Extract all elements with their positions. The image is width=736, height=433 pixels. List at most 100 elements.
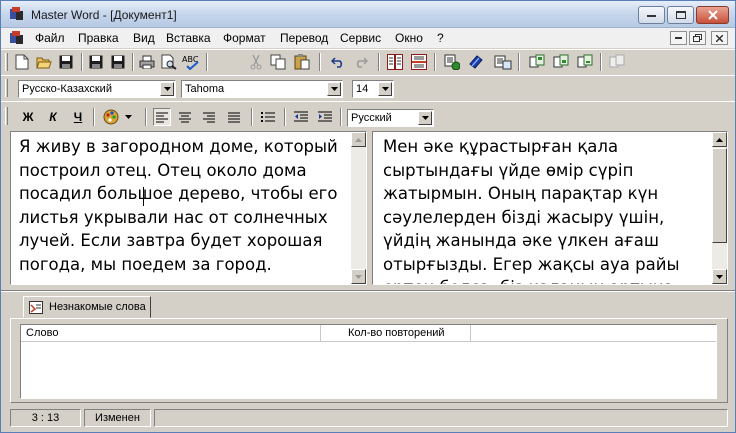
cut-button[interactable] [247, 53, 265, 71]
dropdown-arrow-icon[interactable] [160, 82, 174, 96]
close-button[interactable] [696, 6, 729, 24]
align-center-button[interactable] [176, 108, 194, 126]
decrease-indent-button[interactable] [292, 108, 310, 126]
underline-button[interactable]: Ч [68, 108, 88, 126]
menu-window[interactable]: Окно [395, 31, 423, 45]
cursor-position: 3 : 13 [10, 409, 81, 427]
copy-button[interactable] [269, 53, 287, 71]
menu-tools[interactable]: Сервис [340, 31, 381, 45]
toolbar-grip[interactable] [5, 79, 8, 97]
translation-text[interactable]: Мен әке құрастырған қала сыртындағы үйде… [383, 135, 713, 284]
scroll-up-button[interactable] [351, 132, 366, 147]
status-message [154, 409, 728, 427]
spell-language-select[interactable]: Русский [347, 109, 434, 127]
save-button[interactable] [57, 53, 75, 71]
new-document-button[interactable] [13, 53, 31, 71]
unknown-words-list[interactable]: Слово Кол-во повторений [20, 324, 717, 399]
color-dropdown-button[interactable] [122, 108, 134, 126]
menu-insert[interactable]: Вставка [166, 31, 211, 45]
standard-toolbar: ABC [1, 49, 735, 74]
bold-button[interactable]: Ж [18, 108, 38, 126]
panel-splitter[interactable] [1, 290, 735, 292]
toolbar-grip[interactable] [5, 53, 8, 71]
toolbar-separator [378, 53, 380, 71]
scroll-thumb[interactable] [712, 148, 727, 243]
app-logo-icon [10, 7, 23, 20]
maximize-button[interactable] [667, 6, 694, 24]
disabled-tool-button[interactable] [608, 53, 626, 71]
translate-button[interactable] [443, 53, 461, 71]
sync-icon [577, 54, 593, 68]
status-bar: 3 : 13 Изменен [1, 406, 735, 432]
save-all-button[interactable] [87, 53, 105, 71]
dropdown-arrow-icon[interactable] [327, 82, 341, 96]
italic-button[interactable]: К [43, 108, 63, 126]
font-size-select[interactable]: 14 [352, 80, 394, 98]
menu-format[interactable]: Формат [223, 31, 266, 45]
save-as-button[interactable] [109, 53, 127, 71]
menu-translate[interactable]: Перевод [280, 31, 328, 45]
scroll-down-button[interactable] [712, 269, 727, 284]
title-bar[interactable]: Master Word - [Документ1] [1, 1, 735, 28]
print-button[interactable] [138, 53, 156, 71]
doc-minimize-button[interactable] [670, 31, 687, 45]
justify-button[interactable] [225, 108, 243, 126]
dictionary-view-button[interactable] [494, 53, 512, 71]
doc-close-button[interactable] [711, 31, 728, 45]
translation-text-pane[interactable]: Мен әке құрастырған қала сыртындағы үйде… [372, 131, 728, 285]
dictionary-button[interactable] [467, 53, 485, 71]
horizontal-layout-button[interactable] [410, 53, 428, 71]
copy-icon [270, 54, 286, 70]
source-text[interactable]: Я живу в загородном доме, который постро… [19, 135, 354, 276]
menu-edit[interactable]: Правка [78, 31, 119, 45]
redo-button[interactable] [352, 53, 370, 71]
undo-button[interactable] [329, 53, 347, 71]
unknown-words-icon [29, 300, 43, 314]
bullet-list-button[interactable] [259, 108, 277, 126]
print-preview-button[interactable] [160, 53, 178, 71]
cut-icon [250, 54, 262, 70]
sync-button[interactable] [576, 53, 594, 71]
menu-help[interactable]: ? [437, 31, 444, 45]
dropdown-arrow-icon[interactable] [378, 82, 392, 96]
paste-button[interactable] [293, 53, 311, 71]
translation-scrollbar[interactable] [712, 132, 727, 284]
language-pair-select[interactable]: Русско-Казахский [18, 80, 176, 98]
scroll-up-button[interactable] [712, 132, 727, 147]
color-button[interactable] [102, 108, 120, 126]
toolbar-separator [81, 53, 83, 71]
close-icon [707, 10, 718, 20]
minimize-button[interactable] [638, 6, 665, 24]
doc-restore-button[interactable] [689, 31, 706, 45]
spellcheck-button[interactable]: ABC [182, 53, 200, 71]
font-select[interactable]: Tahoma [181, 80, 343, 98]
align-left-button[interactable] [153, 108, 171, 126]
vertical-layout-button[interactable] [386, 53, 404, 71]
increase-indent-button[interactable] [316, 108, 334, 126]
export-button[interactable] [528, 53, 546, 71]
toolbar-grip[interactable] [5, 107, 8, 125]
menu-view[interactable]: Вид [133, 31, 155, 45]
dictionary-icon [469, 55, 483, 69]
document-icon [10, 31, 23, 44]
dropdown-arrow-icon[interactable] [418, 111, 432, 125]
tab-label: Незнакомые слова [49, 301, 146, 313]
source-text-pane[interactable]: Я живу в загородном доме, который постро… [10, 131, 367, 285]
menu-file[interactable]: Файл [35, 31, 65, 45]
source-scrollbar[interactable] [351, 132, 366, 284]
new-icon [15, 54, 29, 70]
paste-icon [294, 54, 310, 70]
toolbar-separator [434, 53, 436, 71]
toolbar-separator [132, 53, 134, 71]
menu-bar: Файл Правка Вид Вставка Формат Перевод С… [1, 28, 735, 48]
open-button[interactable] [35, 53, 53, 71]
scroll-down-button[interactable] [351, 269, 366, 284]
spellcheck-icon: ABC [182, 55, 199, 70]
align-right-button[interactable] [200, 108, 218, 126]
tab-unknown-words[interactable]: Незнакомые слова [23, 296, 151, 318]
column-header-word[interactable]: Слово [21, 325, 321, 342]
document-state: Изменен [84, 409, 151, 427]
column-header-count[interactable]: Кол-во повторений [321, 325, 471, 342]
import-button[interactable] [552, 53, 570, 71]
toolbar-separator [340, 108, 342, 126]
